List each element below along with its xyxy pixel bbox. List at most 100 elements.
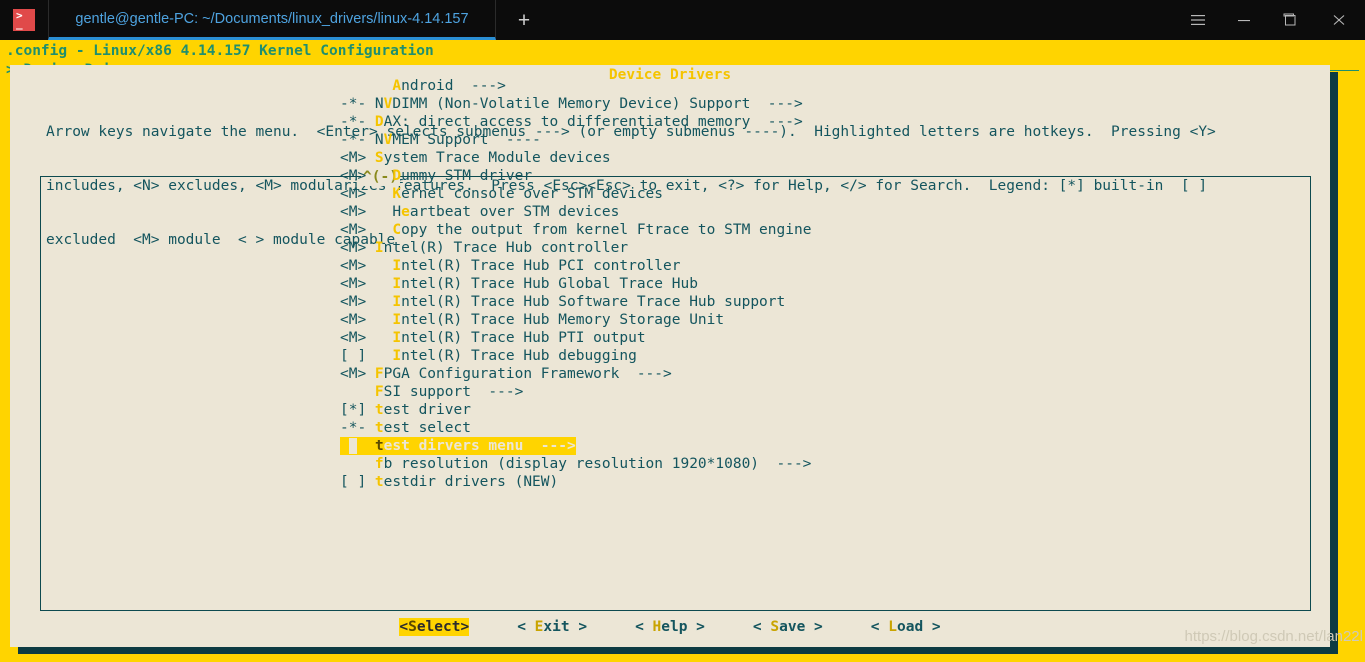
- watermark: https://blog.csdn.net/lan22l: [1184, 628, 1363, 645]
- menu-item-hotkey: t: [374, 438, 384, 454]
- menu-item[interactable]: <M> Intel(R) Trace Hub Memory Storage Un…: [340, 311, 724, 329]
- new-tab-button[interactable]: +: [496, 0, 552, 40]
- dialog-button[interactable]: <Select>: [399, 618, 470, 636]
- menu-item-state: <M>: [340, 204, 375, 220]
- kconfig-dialog: Device Drivers Arrow keys navigate the m…: [10, 65, 1330, 647]
- menu-item-label: ntel(R) Trace Hub Software Trace Hub sup…: [401, 294, 786, 310]
- menu-item-state: -*-: [340, 420, 375, 436]
- terminal-window: > _ gentle@gentle-PC: ~/Documents/linux_…: [0, 0, 1365, 662]
- dialog-button[interactable]: < Load >: [871, 618, 941, 636]
- menu-item-state: <M>: [340, 276, 375, 292]
- menu-item[interactable]: [ ] testdir drivers (NEW): [340, 473, 558, 491]
- menu-item-label: ntel(R) Trace Hub Memory Storage Unit: [401, 312, 725, 328]
- menu-item-label: AX: direct access to differentiated memo…: [383, 114, 803, 130]
- dialog-button-prefix: <: [399, 619, 409, 635]
- menu-item-hotkey: S: [374, 150, 384, 166]
- dialog-button[interactable]: < Help >: [635, 618, 705, 636]
- menu-item-state: -*-: [340, 132, 375, 148]
- menu-item-label: ntel(R) Trace Hub debugging: [401, 348, 637, 364]
- menu-item-state: <M>: [340, 258, 375, 274]
- menu-item[interactable]: fb resolution (display resolution 1920*1…: [340, 455, 812, 473]
- menu-item-state: <M>: [340, 366, 375, 382]
- dialog-button-hotkey: L: [888, 619, 897, 635]
- menu-item[interactable]: <M> Intel(R) Trace Hub Software Trace Hu…: [340, 293, 785, 311]
- maximize-button[interactable]: [1267, 0, 1313, 40]
- menu-item-hotkey: t: [374, 474, 384, 490]
- window-titlebar: > _ gentle@gentle-PC: ~/Documents/linux_…: [0, 0, 1365, 40]
- menu-item-label-pre: N: [374, 96, 384, 112]
- dialog-button-bar: <Select> < Exit > < Help > < Save > < Load >: [10, 618, 1330, 636]
- menu-item-state: <M>: [340, 222, 375, 238]
- dialog-button-label: ave >: [779, 619, 823, 635]
- minimize-icon: [1236, 13, 1252, 27]
- menu-item[interactable]: <M> Copy the output from kernel Ftrace t…: [340, 221, 811, 239]
- menu-item-indent: [375, 348, 392, 364]
- menu-item[interactable]: -*- NVMEM Support ----: [340, 131, 541, 149]
- menu-item-label-pre: H: [392, 204, 402, 220]
- menu-item-indent: [375, 204, 392, 220]
- dialog-button[interactable]: < Save >: [753, 618, 823, 636]
- maximize-icon: [1282, 13, 1298, 27]
- menu-item-label: DIMM (Non-Volatile Memory Device) Suppor…: [392, 96, 803, 112]
- menu-item-label: opy the output from kernel Ftrace to STM…: [401, 222, 812, 238]
- menu-item-state-pad: [357, 438, 374, 454]
- menu-item-label: est driver: [383, 402, 471, 418]
- dialog-button-label: elect>: [416, 619, 470, 635]
- close-icon: [1331, 13, 1347, 27]
- menu-item-hotkey: D: [374, 114, 384, 130]
- menu-item-label: ntel(R) Trace Hub PTI output: [401, 330, 646, 346]
- menu-item[interactable]: -*- test select: [340, 419, 471, 437]
- terminal-tab[interactable]: gentle@gentle-PC: ~/Documents/linux_driv…: [48, 0, 496, 40]
- menu-item[interactable]: Android --->: [340, 77, 506, 95]
- menu-item[interactable]: <M> Intel(R) Trace Hub Global Trace Hub: [340, 275, 698, 293]
- menu-item[interactable]: -*- NVDIMM (Non-Volatile Memory Device) …: [340, 95, 803, 113]
- menu-item-indent: [375, 258, 392, 274]
- menu-item-state: [340, 438, 349, 454]
- menu-item-hotkey: I: [392, 312, 402, 328]
- menu-item[interactable]: [ ] Intel(R) Trace Hub debugging: [340, 347, 637, 365]
- menu-item[interactable]: <M> Dummy STM driver: [340, 167, 532, 185]
- menu-item-state: -*-: [340, 114, 375, 130]
- menu-item[interactable]: <M> Intel(R) Trace Hub controller: [340, 239, 628, 257]
- menu-item-label: ndroid --->: [401, 78, 506, 94]
- menu-item-hotkey: t: [374, 420, 384, 436]
- menu-item[interactable]: -*- DAX: direct access to differentiated…: [340, 113, 803, 131]
- menu-item[interactable]: <M> Kernel console over STM devices: [340, 185, 663, 203]
- close-button[interactable]: [1313, 0, 1365, 40]
- menu-item-hotkey: A: [392, 78, 402, 94]
- menu-item[interactable]: <M> Heartbeat over STM devices: [340, 203, 619, 221]
- hamburger-menu-button[interactable]: [1175, 0, 1221, 40]
- menu-item[interactable]: <M> System Trace Module devices: [340, 149, 611, 167]
- kconfig-title: .config - Linux/x86 4.14.157 Kernel Conf…: [6, 43, 434, 59]
- menu-item-label: ntel(R) Trace Hub Global Trace Hub: [401, 276, 698, 292]
- menu-item-label: est select: [383, 420, 471, 436]
- plus-icon: +: [517, 8, 531, 32]
- menu-item-label: b resolution (display resolution 1920*10…: [383, 456, 812, 472]
- menu-item[interactable]: [*] test driver: [340, 401, 471, 419]
- menu-item-hotkey: I: [392, 294, 402, 310]
- menu-item-indent: [375, 168, 392, 184]
- menu-item-hotkey: K: [392, 186, 402, 202]
- menu-item[interactable]: test dirvers menu --->: [340, 437, 576, 455]
- menu-item[interactable]: <M> Intel(R) Trace Hub PTI output: [340, 329, 646, 347]
- menu-item-label: SI support --->: [383, 384, 524, 400]
- titlebar-spacer: [552, 0, 1175, 40]
- menu-item-label: PGA Configuration Framework --->: [383, 366, 672, 382]
- menu-item-hotkey: t: [374, 402, 384, 418]
- menu-item-hotkey: e: [401, 204, 410, 220]
- dialog-button-label: oad >: [896, 619, 941, 635]
- menu-item-state: [ ]: [340, 474, 375, 490]
- prompt-underscore-icon: _: [16, 17, 23, 30]
- menu-item[interactable]: <M> FPGA Configuration Framework --->: [340, 365, 672, 383]
- menu-item-state: [340, 78, 375, 94]
- dialog-button-prefix: <: [635, 619, 653, 635]
- menu-item-state: [ ]: [340, 348, 375, 364]
- minimize-button[interactable]: [1221, 0, 1267, 40]
- menu-item-indent: [375, 330, 392, 346]
- menu-list: Android ---> -*- NVDIMM (Non-Volatile Mem…: [340, 77, 1270, 491]
- menu-item[interactable]: <M> Intel(R) Trace Hub PCI controller: [340, 257, 680, 275]
- menu-item-state: <M>: [340, 186, 375, 202]
- menu-item-state: [340, 384, 375, 400]
- dialog-button[interactable]: < Exit >: [517, 618, 587, 636]
- menu-item[interactable]: FSI support --->: [340, 383, 523, 401]
